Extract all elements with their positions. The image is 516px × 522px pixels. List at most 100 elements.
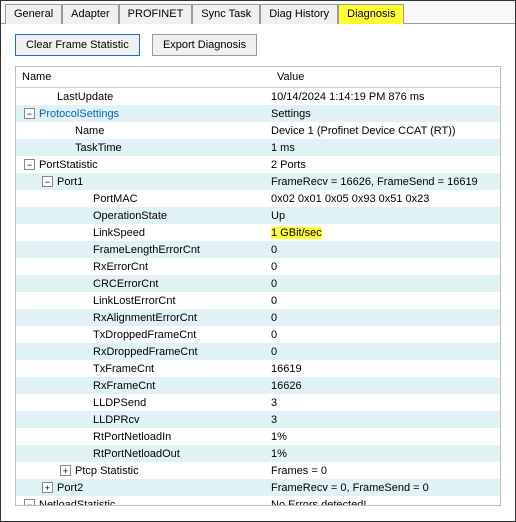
row-value: 0	[271, 346, 277, 358]
tree-row[interactable]: −NetloadStatisticNo Errors detected!	[16, 496, 500, 506]
tree-header: Name Value	[16, 67, 500, 88]
tree-cell-name: −ProtocolSettings	[16, 108, 271, 120]
tree-row[interactable]: OperationState Up	[16, 207, 500, 224]
tree-cell-value: 3	[271, 397, 500, 409]
tab-diagnosis[interactable]: Diagnosis	[338, 4, 404, 24]
expand-icon[interactable]: +	[60, 465, 71, 476]
row-value: 0	[271, 244, 277, 256]
tree-row[interactable]: LastUpdate 10/14/2024 1:14:19 PM 876 ms	[16, 88, 500, 105]
tree-branch-icon	[78, 329, 89, 340]
tree-branch-icon	[78, 295, 89, 306]
tree-branch-icon	[78, 193, 89, 204]
tree-cell-value: 16626	[271, 380, 500, 392]
row-label: PortStatistic	[39, 159, 98, 171]
row-label: RxFrameCnt	[93, 380, 155, 392]
header-value[interactable]: Value	[271, 67, 500, 87]
row-label: PortMAC	[93, 193, 138, 205]
tree-cell-value: 1 GBit/sec	[271, 227, 500, 239]
tree-cell-name: LLDPSend	[16, 397, 271, 409]
tree-row[interactable]: PortMAC0x02 0x01 0x05 0x93 0x51 0x23	[16, 190, 500, 207]
tree-row[interactable]: TaskTime1 ms	[16, 139, 500, 156]
tree-cell-name: TxFrameCnt	[16, 363, 271, 375]
row-value: 1 ms	[271, 142, 295, 154]
tree-cell-name: RxErrorCnt	[16, 261, 271, 273]
tree-row[interactable]: RxDroppedFrameCnt0	[16, 343, 500, 360]
row-value: No Errors detected!	[271, 499, 366, 507]
tab-adapter[interactable]: Adapter	[62, 4, 119, 24]
tab-synctask[interactable]: Sync Task	[192, 4, 260, 24]
tab-general[interactable]: General	[5, 4, 62, 24]
tree-row[interactable]: LinkSpeed1 GBit/sec	[16, 224, 500, 241]
tab-diaghistory[interactable]: Diag History	[260, 4, 338, 24]
row-label: TxDroppedFrameCnt	[93, 329, 196, 341]
tree-cell-name: +Ptcp Statistic	[16, 465, 271, 477]
row-label: LinkLostErrorCnt	[93, 295, 176, 307]
tree-cell-value: 2 Ports	[271, 159, 500, 171]
tree-cell-value: Settings	[271, 108, 500, 120]
tree-body: LastUpdate10/14/2024 1:14:19 PM 876 ms−P…	[16, 88, 500, 506]
row-value: Up	[271, 210, 285, 222]
collapse-icon[interactable]: −	[42, 176, 53, 187]
tree-cell-name: −Port1	[16, 176, 271, 188]
tree-row[interactable]: RtPortNetloadOut1%	[16, 445, 500, 462]
collapse-icon[interactable]: −	[24, 499, 35, 506]
row-value: 1%	[271, 448, 287, 460]
row-label: RxAlignmentErrorCnt	[93, 312, 197, 324]
tree-row[interactable]: RxAlignmentErrorCnt0	[16, 309, 500, 326]
row-value: 16619	[271, 363, 302, 375]
tree-branch-icon	[78, 312, 89, 323]
tree-cell-name: OperationState	[16, 210, 271, 222]
tree-cell-value: Frames = 0	[271, 465, 500, 477]
tree-row[interactable]: Name Device 1 (Profinet Device CCAT (RT))	[16, 122, 500, 139]
row-label: LLDPSend	[93, 397, 146, 409]
tree-cell-value: 0	[271, 329, 500, 341]
export-diagnosis-button[interactable]: Export Diagnosis	[152, 34, 257, 56]
row-label: LastUpdate	[57, 91, 113, 103]
tree-branch-icon	[78, 244, 89, 255]
tree-row[interactable]: LLDPSend 3	[16, 394, 500, 411]
row-value: Device 1 (Profinet Device CCAT (RT))	[271, 125, 456, 137]
row-label: RtPortNetloadIn	[93, 431, 171, 443]
tree-row[interactable]: +Ptcp StatisticFrames = 0	[16, 462, 500, 479]
tree-row[interactable]: RxFrameCnt 16626	[16, 377, 500, 394]
tree-cell-name: LLDPRcv	[16, 414, 271, 426]
collapse-icon[interactable]: −	[24, 159, 35, 170]
tree-row[interactable]: TxDroppedFrameCnt 0	[16, 326, 500, 343]
tree-branch-icon	[60, 125, 71, 136]
row-label: OperationState	[93, 210, 167, 222]
clear-frame-statistic-button[interactable]: Clear Frame Statistic	[15, 34, 140, 56]
tree-row[interactable]: FrameLengthErrorCnt0	[16, 241, 500, 258]
tree-branch-icon	[78, 431, 89, 442]
tree-row[interactable]: RxErrorCnt0	[16, 258, 500, 275]
tree-row[interactable]: CRCErrorCnt0	[16, 275, 500, 292]
row-value: 10/14/2024 1:14:19 PM 876 ms	[271, 91, 425, 103]
tree-row[interactable]: RtPortNetloadIn1%	[16, 428, 500, 445]
expand-icon[interactable]: +	[42, 482, 53, 493]
property-tree: Name Value LastUpdate 10/14/2024 1:14:19 …	[15, 66, 501, 506]
tree-cell-value: 0	[271, 295, 500, 307]
tree-row[interactable]: LinkLostErrorCnt 0	[16, 292, 500, 309]
tree-cell-name: RtPortNetloadOut	[16, 448, 271, 460]
tree-row[interactable]: TxFrameCnt16619	[16, 360, 500, 377]
tree-cell-name: LinkLostErrorCnt	[16, 295, 271, 307]
tree-cell-name: LastUpdate	[16, 91, 271, 103]
tree-cell-name: Name	[16, 125, 271, 137]
tree-cell-value: 0	[271, 278, 500, 290]
tree-branch-icon	[78, 346, 89, 357]
tree-branch-icon	[78, 414, 89, 425]
tree-cell-name: TaskTime	[16, 142, 271, 154]
tree-row[interactable]: −ProtocolSettingsSettings	[16, 105, 500, 122]
tree-cell-value: 1%	[271, 448, 500, 460]
tree-row[interactable]: −PortStatistic 2 Ports	[16, 156, 500, 173]
tree-branch-icon	[78, 448, 89, 459]
tree-branch-icon	[78, 380, 89, 391]
row-value: 0	[271, 278, 277, 290]
tree-row[interactable]: +Port2FrameRecv = 0, FrameSend = 0	[16, 479, 500, 496]
tree-row[interactable]: LLDPRcv3	[16, 411, 500, 428]
header-name[interactable]: Name	[16, 67, 271, 87]
collapse-icon[interactable]: −	[24, 108, 35, 119]
tree-cell-name: FrameLengthErrorCnt	[16, 244, 271, 256]
tree-row[interactable]: −Port1FrameRecv = 16626, FrameSend = 166…	[16, 173, 500, 190]
tab-profinet[interactable]: PROFINET	[119, 4, 193, 24]
row-label: Name	[75, 125, 104, 137]
